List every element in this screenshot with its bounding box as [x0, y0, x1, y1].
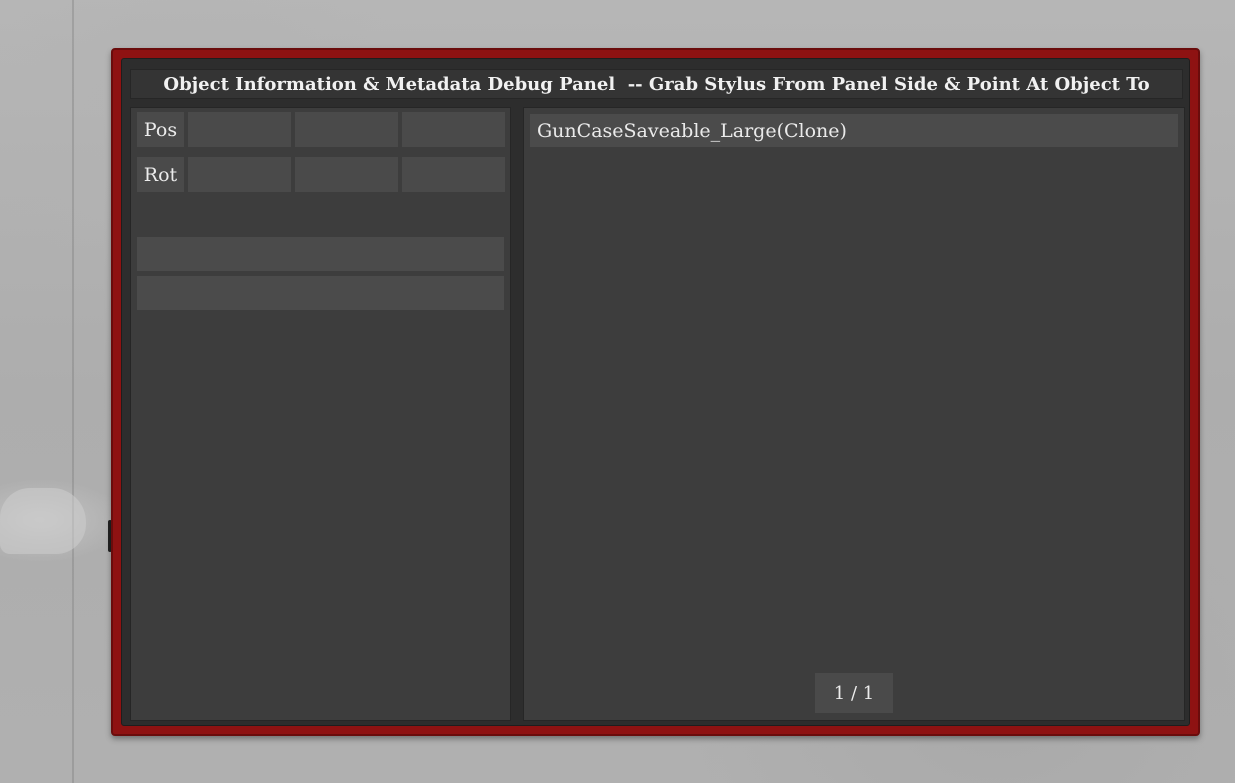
panel-title: Object Information & Metadata Debug Pane… [130, 69, 1183, 99]
rotation-y-field [295, 157, 398, 192]
object-list-column: GunCaseSaveable_Large(Clone) 1 / 1 [523, 107, 1185, 721]
transform-column: Pos Rot [130, 107, 511, 721]
debug-panel-frame: Object Information & Metadata Debug Pane… [111, 48, 1200, 736]
position-y-field [295, 112, 398, 147]
object-list-item[interactable]: GunCaseSaveable_Large(Clone) [530, 114, 1178, 147]
rotation-label: Rot [137, 157, 184, 192]
position-label: Pos [137, 112, 184, 147]
rotation-x-field [188, 157, 291, 192]
debug-panel: Object Information & Metadata Debug Pane… [121, 58, 1190, 726]
position-row: Pos [137, 112, 505, 147]
wall-patch [0, 488, 86, 554]
metadata-field-2 [137, 276, 504, 310]
metadata-field-1 [137, 237, 504, 271]
position-x-field [188, 112, 291, 147]
position-z-field [402, 112, 505, 147]
page-indicator[interactable]: 1 / 1 [815, 673, 893, 713]
rotation-row: Rot [137, 157, 505, 192]
wall-seam [72, 0, 74, 783]
rotation-z-field [402, 157, 505, 192]
